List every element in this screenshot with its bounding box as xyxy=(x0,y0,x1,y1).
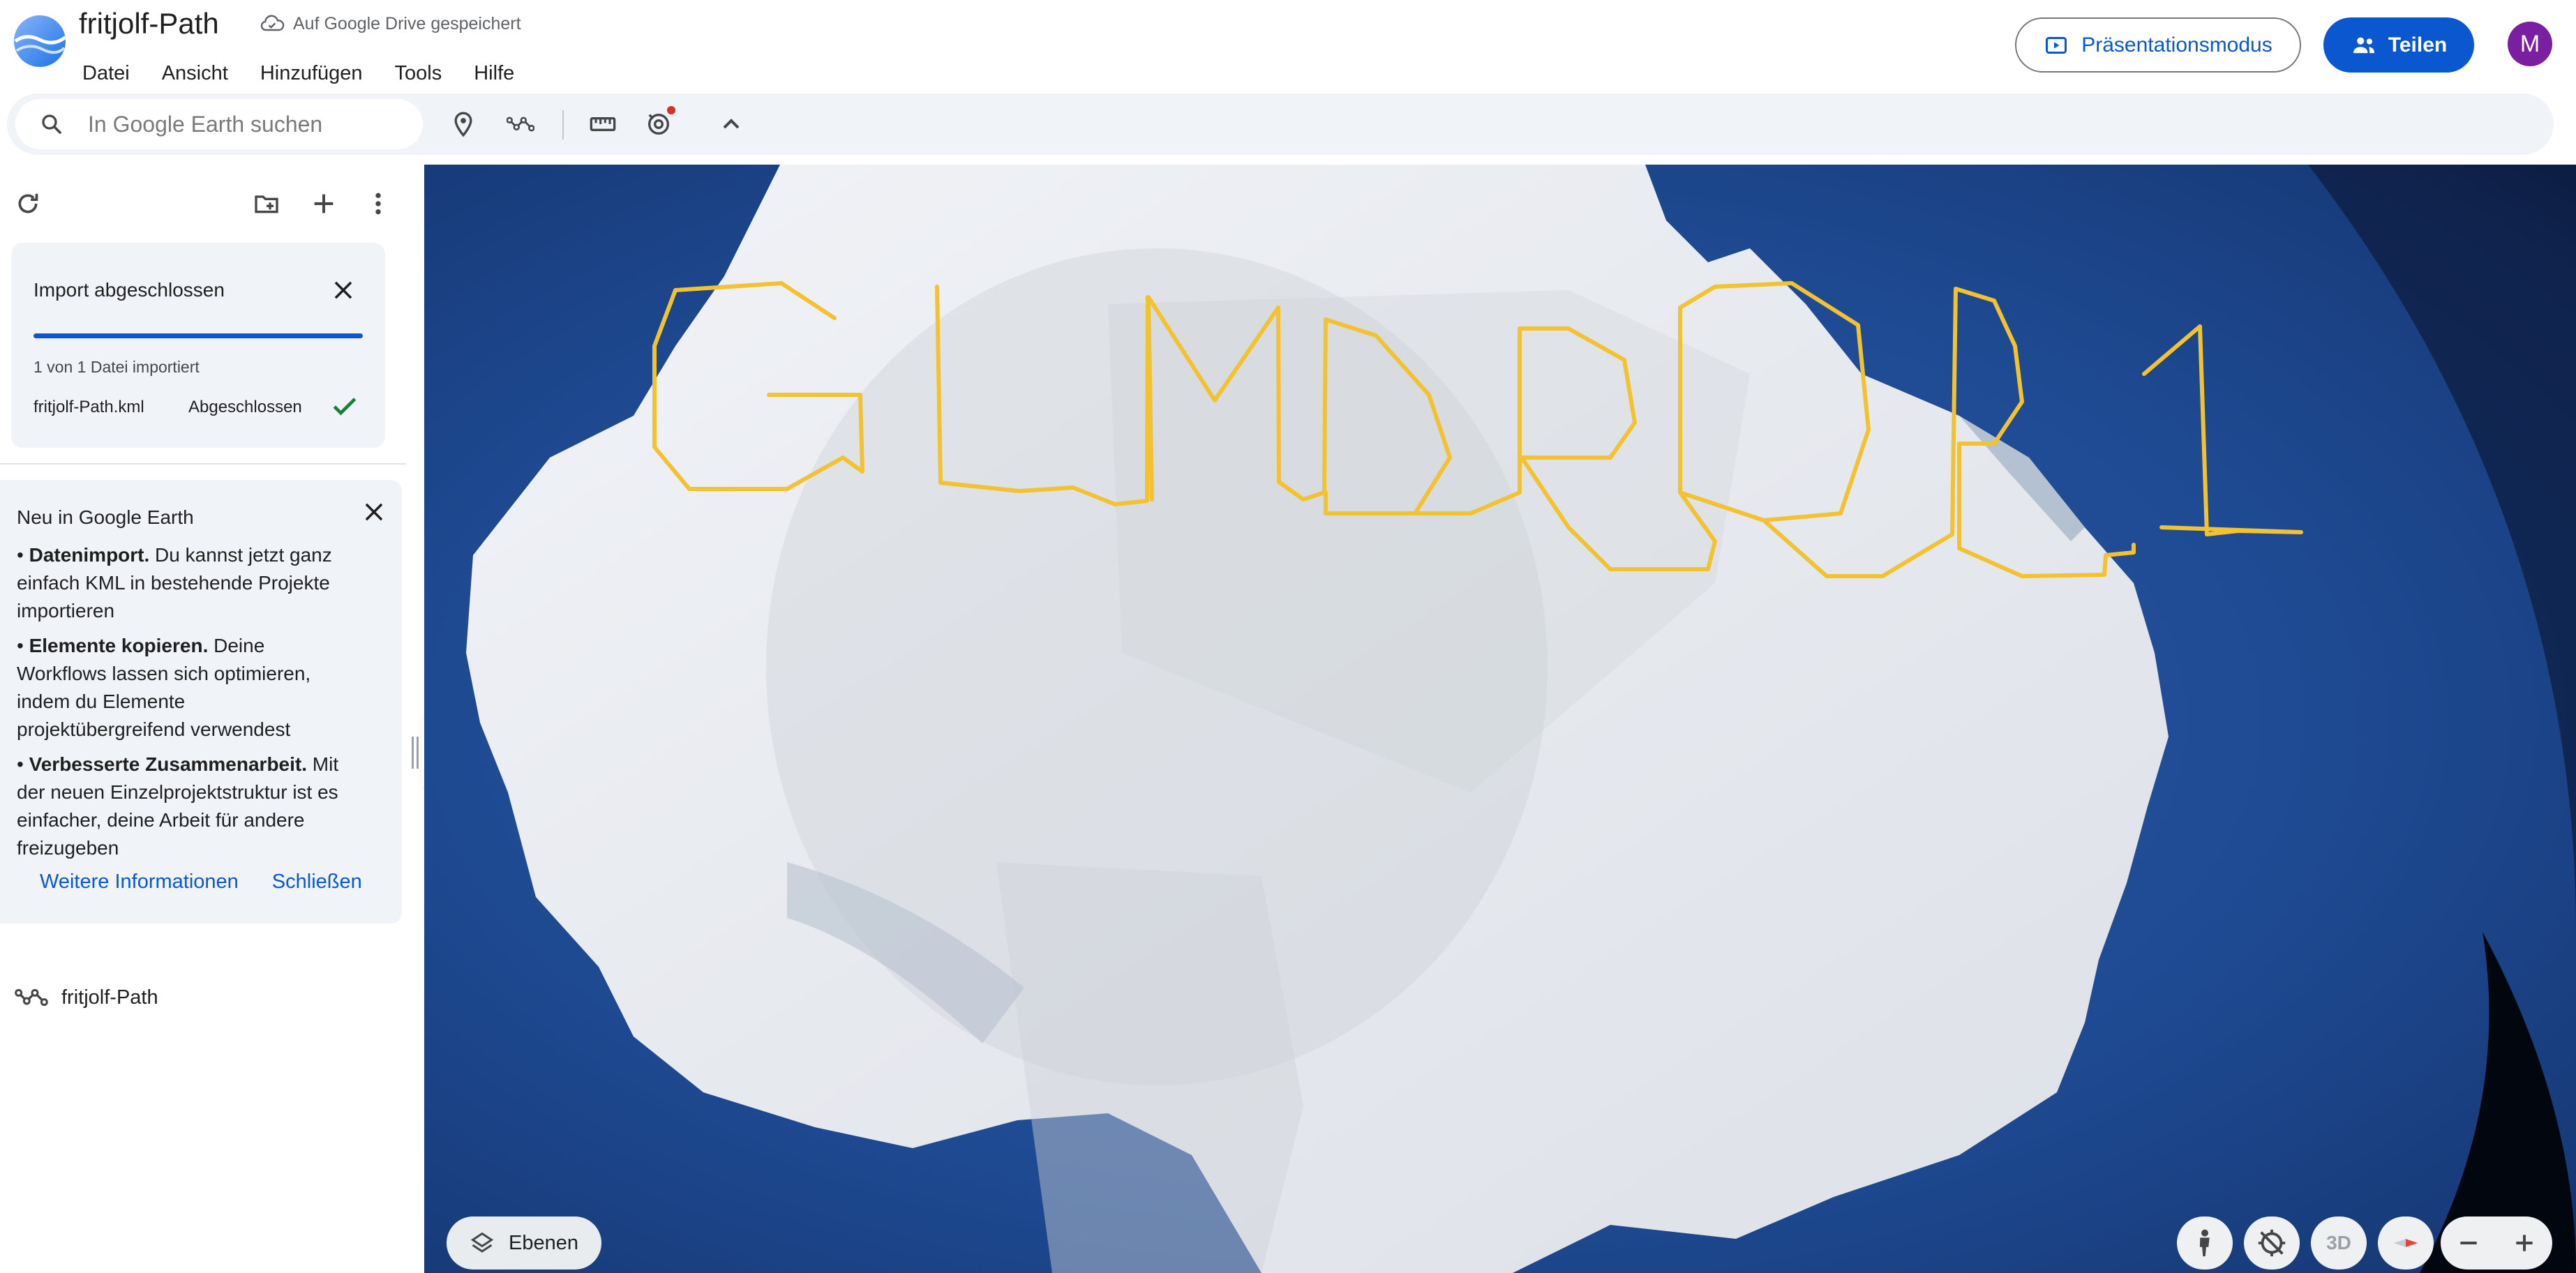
news-item: • Datenimport. Du kannst jetzt ganz einf… xyxy=(17,544,332,622)
people-icon xyxy=(2353,37,2374,53)
3d-label: 3D xyxy=(2326,1232,2351,1253)
project-item-label: fritjolf-Path xyxy=(61,986,158,1009)
project-title[interactable]: fritjolf-Path xyxy=(79,6,219,42)
new-folder-icon xyxy=(255,195,278,213)
share-button[interactable]: Teilen xyxy=(2323,17,2474,73)
close-icon xyxy=(334,281,352,299)
app-header: fritjolf-Path Auf Google Drive gespeiche… xyxy=(0,0,2576,93)
draw-path-button[interactable] xyxy=(500,103,541,145)
import-status-card: Import abgeschlossen 1 von 1 Datei impor… xyxy=(11,243,385,448)
zoom-controls xyxy=(2441,1216,2552,1270)
placemark-icon xyxy=(454,112,472,137)
menu-tools[interactable]: Tools xyxy=(385,58,452,89)
minus-icon xyxy=(2460,1242,2477,1244)
more-vert-icon xyxy=(375,193,381,215)
import-title: Import abgeschlossen xyxy=(33,279,225,301)
add-item-button[interactable] xyxy=(306,186,342,222)
more-info-link[interactable]: Weitere Informationen xyxy=(40,871,239,894)
import-count: 1 von 1 Datei importiert xyxy=(33,358,200,376)
zoom-in-button[interactable] xyxy=(2496,1216,2552,1270)
refresh-button[interactable] xyxy=(10,186,46,222)
news-item-heading: Datenimport. xyxy=(29,544,150,566)
sidebar-resize-handle[interactable] xyxy=(412,737,419,769)
whats-new-close-button[interactable] xyxy=(354,492,394,532)
map-viewport[interactable]: Ebenen 3D xyxy=(424,165,2576,1273)
map-toolbar xyxy=(7,93,2554,155)
save-status: Auf Google Drive gespeichert xyxy=(260,11,521,36)
whats-new-actions: Weitere Informationen Schließen xyxy=(40,871,362,894)
close-news-link[interactable]: Schließen xyxy=(272,871,362,894)
search-box[interactable] xyxy=(15,99,423,149)
historical-imagery-button[interactable] xyxy=(638,103,680,145)
chevron-up-icon xyxy=(723,119,740,129)
menu-hilfe[interactable]: Hilfe xyxy=(464,58,524,89)
news-item: • Elemente kopieren. Deine Workflows las… xyxy=(17,635,311,740)
history-icon xyxy=(648,114,669,135)
street-view-button[interactable] xyxy=(2177,1216,2233,1270)
import-progress-fill xyxy=(33,333,363,338)
menu-bar: Datei Ansicht Hinzufügen Tools Hilfe xyxy=(73,56,537,91)
measure-button[interactable] xyxy=(582,103,624,145)
app-root: fritjolf-Path Auf Google Drive gespeiche… xyxy=(0,0,2576,1273)
import-progress-bar xyxy=(33,333,363,338)
presentation-mode-button[interactable]: Präsentationsmodus xyxy=(2015,17,2301,73)
news-item: • Verbesserte Zusammenarbeit. Mit der ne… xyxy=(17,753,339,859)
layers-icon xyxy=(470,1232,494,1253)
pegman-icon xyxy=(2199,1229,2210,1257)
cloud-done-icon xyxy=(260,15,285,31)
plus-icon xyxy=(314,194,334,213)
zoom-out-button[interactable] xyxy=(2441,1216,2496,1270)
whats-new-card: Neu in Google Earth • Datenimport. Du ka… xyxy=(0,480,402,924)
google-earth-logo-icon[interactable] xyxy=(13,14,67,68)
share-label: Teilen xyxy=(2388,33,2448,57)
search-input[interactable] xyxy=(88,111,409,137)
menu-hinzufuegen[interactable]: Hinzufügen xyxy=(250,58,373,89)
sidebar-divider xyxy=(0,463,406,465)
import-close-button[interactable] xyxy=(324,271,363,310)
check-icon xyxy=(333,398,357,416)
layers-label: Ebenen xyxy=(509,1231,578,1254)
path-icon xyxy=(507,116,534,132)
layers-button[interactable]: Ebenen xyxy=(447,1216,601,1270)
menu-ansicht[interactable]: Ansicht xyxy=(152,58,238,89)
ruler-icon xyxy=(590,117,616,131)
compass-button[interactable] xyxy=(2378,1216,2434,1270)
compass-icon xyxy=(2393,1239,2418,1247)
3d-toggle-button[interactable]: 3D xyxy=(2311,1216,2367,1270)
news-item-heading: Verbesserte Zusammenarbeit. xyxy=(29,753,308,775)
notification-dot xyxy=(667,106,675,114)
project-item-path[interactable]: fritjolf-Path xyxy=(13,981,158,1014)
presentation-mode-label: Präsentationsmodus xyxy=(2081,33,2272,57)
refresh-icon xyxy=(18,193,38,213)
whats-new-list: • Datenimport. Du kannst jetzt ganz einf… xyxy=(17,541,345,869)
project-sidebar: Import abgeschlossen 1 von 1 Datei impor… xyxy=(0,165,424,1273)
collapse-toolbar-button[interactable] xyxy=(710,103,752,145)
plus-icon xyxy=(2516,1235,2533,1251)
path-icon xyxy=(15,988,48,1007)
tilt-toggle-button[interactable] xyxy=(2244,1216,2300,1270)
add-placemark-button[interactable] xyxy=(442,103,484,145)
new-folder-button[interactable] xyxy=(248,186,285,222)
import-file-status: Abgeschlossen xyxy=(188,398,302,416)
more-options-button[interactable] xyxy=(360,186,396,222)
import-file-name: fritjolf-Path.kml xyxy=(33,398,144,416)
slideshow-icon xyxy=(2046,36,2067,54)
toolbar-divider xyxy=(562,110,564,140)
tilt-off-icon xyxy=(2258,1229,2286,1257)
account-avatar[interactable]: M xyxy=(2508,22,2552,66)
menu-datei[interactable]: Datei xyxy=(73,58,140,89)
save-status-text: Auf Google Drive gespeichert xyxy=(293,13,521,33)
news-item-heading: Elemente kopieren. xyxy=(29,635,209,656)
search-icon xyxy=(42,114,61,134)
earth-globe[interactable] xyxy=(424,165,2576,1273)
whats-new-title: Neu in Google Earth xyxy=(17,506,194,528)
close-icon xyxy=(365,503,383,521)
